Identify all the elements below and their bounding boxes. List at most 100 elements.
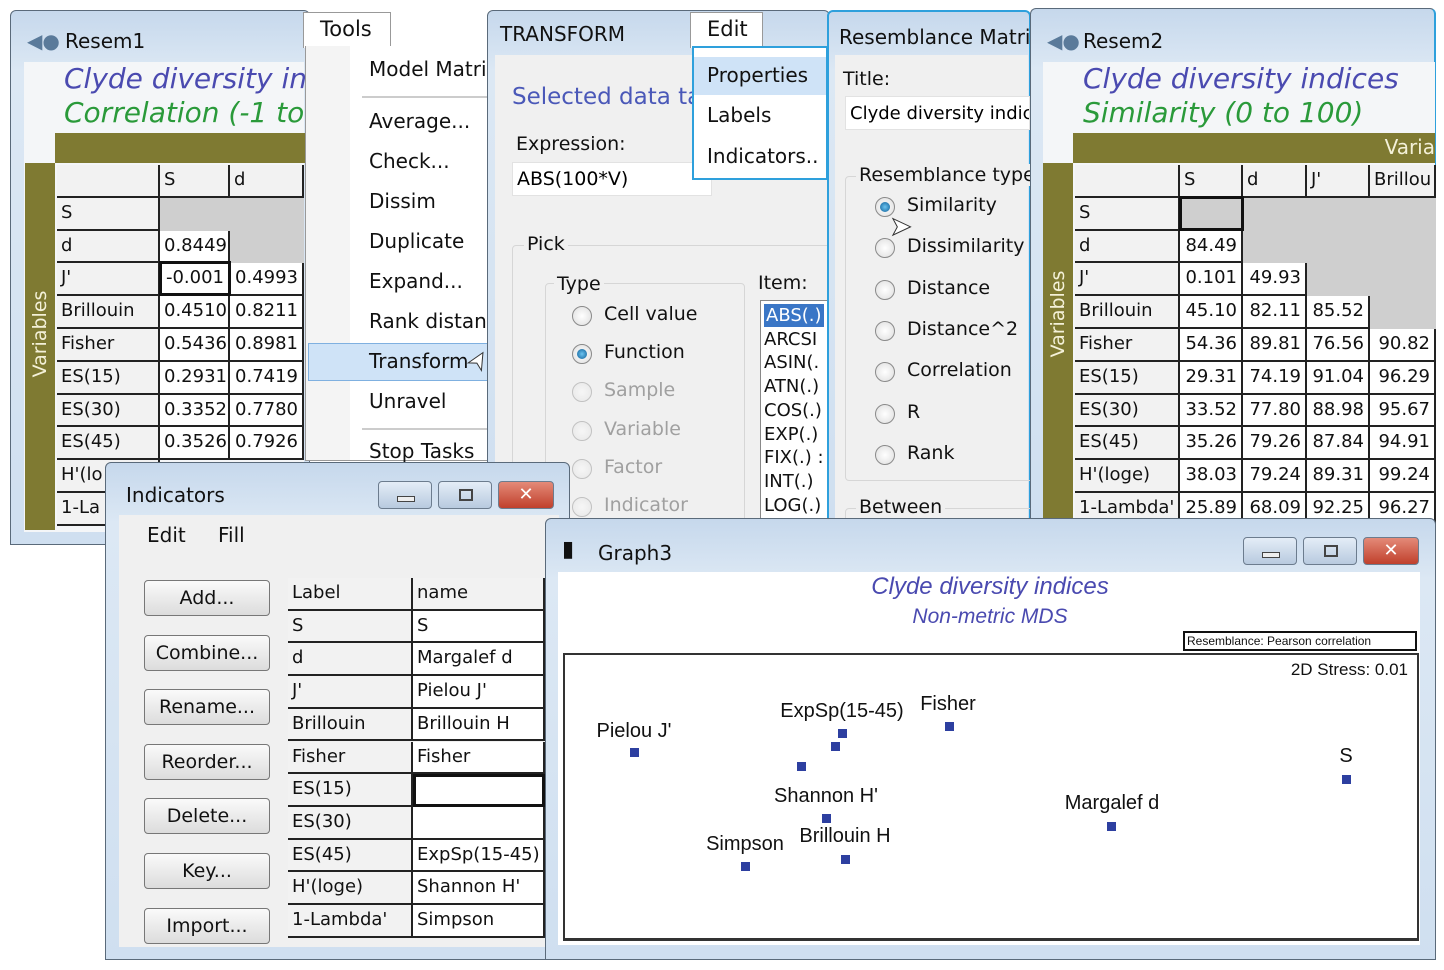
row-header[interactable]: d xyxy=(57,230,160,264)
matrix-cell[interactable] xyxy=(1243,230,1307,264)
matrix-cell[interactable]: 0.2931 xyxy=(160,361,230,395)
matrix-cell[interactable]: 0.8449 xyxy=(160,230,230,264)
menu-fill[interactable]: Fill xyxy=(218,523,245,547)
menu-edit[interactable]: Edit xyxy=(147,523,186,547)
row-label[interactable]: Fisher xyxy=(288,741,413,775)
indicator-name-cell[interactable]: ExpSp(15-45) xyxy=(413,839,545,873)
matrix-cell[interactable]: 94.91 xyxy=(1370,427,1436,461)
row-label[interactable]: d xyxy=(288,643,413,677)
menu-item-properties[interactable]: Properties xyxy=(707,63,808,87)
row-header[interactable]: ES(15) xyxy=(1075,361,1180,395)
row-header[interactable]: ES(30) xyxy=(57,394,160,428)
menu-item-average[interactable]: Average... xyxy=(369,109,470,133)
row-header[interactable]: S xyxy=(1075,197,1180,231)
radio-rank[interactable] xyxy=(875,444,895,465)
row-header[interactable]: H'(loge) xyxy=(1075,460,1180,493)
matrix-cell[interactable]: 0.4510 xyxy=(160,296,230,329)
matrix-cell[interactable]: 35.26 xyxy=(1180,427,1243,461)
matrix-cell[interactable]: 0.4993 xyxy=(230,263,304,297)
matrix-cell[interactable] xyxy=(230,197,304,231)
matrix-cell[interactable]: 0.8981 xyxy=(230,329,304,362)
menu-item-dissim[interactable]: Dissim xyxy=(369,189,436,213)
matrix-cell[interactable]: 99.24 xyxy=(1370,460,1436,493)
indicator-name-cell[interactable]: Shannon H' xyxy=(413,872,545,905)
matrix-cell[interactable]: 38.03 xyxy=(1180,460,1243,493)
indicator-name-cell[interactable]: Margalef d xyxy=(413,643,545,677)
expression-input[interactable] xyxy=(512,162,712,196)
rename-button[interactable]: Rename... xyxy=(144,689,270,726)
matrix-cell[interactable] xyxy=(160,197,230,231)
list-item[interactable]: ABS(.) xyxy=(764,304,824,327)
row-header[interactable]: J' xyxy=(1075,263,1180,297)
column-header[interactable]: d xyxy=(230,165,304,198)
menu-item-stop-tasks[interactable]: Stop Tasks xyxy=(369,439,474,463)
reorder-button[interactable]: Reorder... xyxy=(144,743,270,780)
matrix-cell[interactable]: 0.8211 xyxy=(230,296,304,329)
row-header[interactable]: Fisher xyxy=(57,329,160,362)
row-label[interactable]: ES(15) xyxy=(288,774,413,807)
column-header[interactable]: S xyxy=(1180,165,1243,198)
item-listbox[interactable]: ABS(.) ARCSI ASIN(. ATN(.) COS(.) EXP(.) FIX(.… xyxy=(760,300,830,522)
row-label[interactable]: H'(loge) xyxy=(288,872,413,905)
indicator-name-cell[interactable] xyxy=(413,774,545,807)
list-item[interactable]: FIX(.) : xyxy=(764,446,824,469)
minimize-button[interactable] xyxy=(1243,537,1297,565)
close-button[interactable]: ✕ xyxy=(498,481,554,509)
radio-distance[interactable] xyxy=(875,279,895,300)
row-label[interactable]: 1-Lambda' xyxy=(288,905,413,938)
column-header[interactable]: Label xyxy=(288,578,413,611)
radio-cell-value[interactable] xyxy=(572,306,592,326)
matrix-cell[interactable]: 33.52 xyxy=(1180,394,1243,428)
radio-r[interactable] xyxy=(875,403,895,424)
column-header[interactable]: S xyxy=(160,165,230,198)
menu-item-expand[interactable]: Expand... xyxy=(369,269,463,293)
column-header[interactable]: Brillou xyxy=(1370,165,1436,198)
list-item[interactable]: COS(.) xyxy=(764,399,822,422)
list-item[interactable]: LOG(.) xyxy=(764,494,821,517)
list-item[interactable]: EXP(.) xyxy=(764,423,818,446)
row-header[interactable]: d xyxy=(1075,230,1180,264)
row-header[interactable]: ES(45) xyxy=(1075,427,1180,461)
close-button[interactable]: ✕ xyxy=(1363,537,1419,565)
key-button[interactable]: Key... xyxy=(144,853,270,889)
matrix-cell[interactable]: 79.24 xyxy=(1243,460,1307,493)
menu-item-indicators[interactable]: Indicators.. xyxy=(707,144,819,168)
indicator-name-cell[interactable]: Fisher xyxy=(413,741,545,775)
matrix-cell[interactable] xyxy=(1307,230,1370,264)
matrix-cell[interactable] xyxy=(1307,263,1370,297)
radio-distance-2[interactable] xyxy=(875,320,895,341)
matrix-cell[interactable]: 0.3526 xyxy=(160,427,230,461)
matrix-cell[interactable]: 74.19 xyxy=(1243,361,1307,395)
row-header[interactable]: ES(30) xyxy=(1075,394,1180,428)
row-header[interactable]: Brillouin xyxy=(57,296,160,329)
matrix-cell[interactable]: 89.31 xyxy=(1307,460,1370,493)
menu-item-labels[interactable]: Labels xyxy=(707,103,771,127)
matrix-cell[interactable]: 0.5436 xyxy=(160,329,230,362)
row-label[interactable]: S xyxy=(288,610,413,644)
row-header[interactable]: Brillouin xyxy=(1075,296,1180,329)
matrix-cell[interactable]: 0.101 xyxy=(1180,263,1243,297)
maximize-button[interactable] xyxy=(1303,537,1357,565)
row-label[interactable]: ES(45) xyxy=(288,839,413,873)
menu-item-check[interactable]: Check... xyxy=(369,149,450,173)
matrix-cell[interactable]: 84.49 xyxy=(1180,230,1243,264)
delete-button[interactable]: Delete... xyxy=(144,798,270,835)
row-header[interactable]: Fisher xyxy=(1075,329,1180,362)
matrix-cell[interactable] xyxy=(1307,197,1370,231)
menu-item-model-matri[interactable]: Model Matri xyxy=(369,57,487,81)
matrix-cell[interactable] xyxy=(1243,197,1307,231)
indicator-name-cell[interactable]: S xyxy=(413,610,545,644)
row-header[interactable]: ES(45) xyxy=(57,427,160,461)
list-item[interactable]: INT(.) xyxy=(764,470,814,493)
menu-item-transform[interactable]: Transform xyxy=(369,349,468,373)
column-header[interactable]: d xyxy=(1243,165,1307,198)
matrix-cell[interactable]: 87.84 xyxy=(1307,427,1370,461)
matrix-cell[interactable]: 88.98 xyxy=(1307,394,1370,428)
indicator-name-cell[interactable]: Brillouin H xyxy=(413,708,545,742)
combine-button[interactable]: Combine... xyxy=(144,634,270,671)
matrix-cell[interactable]: 54.36 xyxy=(1180,329,1243,362)
menu-item-duplicate[interactable]: Duplicate xyxy=(369,229,464,253)
tools-menu-tab[interactable]: Tools xyxy=(303,12,391,48)
minimize-button[interactable] xyxy=(378,481,432,509)
matrix-cell[interactable]: 45.10 xyxy=(1180,296,1243,329)
